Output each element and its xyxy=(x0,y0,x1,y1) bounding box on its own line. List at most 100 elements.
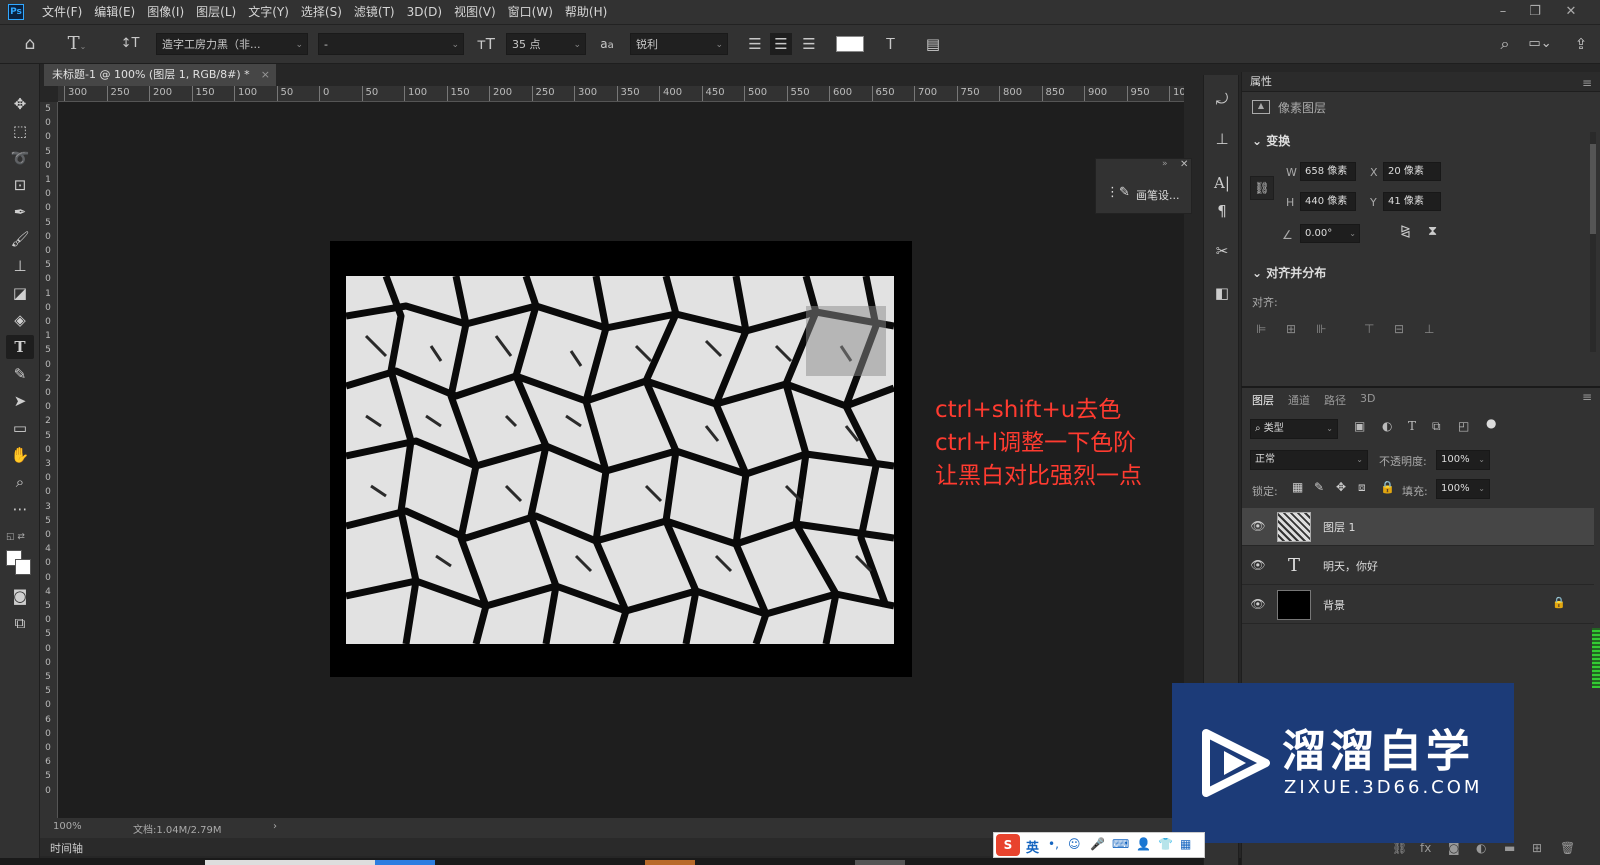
lock-transparency-icon[interactable]: ▦ xyxy=(1292,480,1303,494)
filter-type-icon[interactable]: T xyxy=(1408,419,1416,433)
link-dimensions-icon[interactable]: ⛓ xyxy=(1250,176,1274,200)
zoom-tool-icon[interactable]: ⌕ xyxy=(6,470,34,494)
fill-field[interactable]: 100% ⌄ xyxy=(1436,479,1490,499)
layer-row[interactable]: 👁 T 明天，你好 xyxy=(1242,547,1594,585)
align-top-edges-icon[interactable]: ⊤ xyxy=(1364,322,1374,336)
tools-icon[interactable]: ✂ xyxy=(1210,239,1234,263)
glyphs-icon[interactable]: ◧ xyxy=(1210,281,1234,305)
fx-icon[interactable]: fx xyxy=(1420,841,1431,855)
link-layers-icon[interactable]: ⛓ xyxy=(1392,841,1407,855)
align-center-icon[interactable]: ☰ xyxy=(770,33,792,55)
menu-view[interactable]: 视图(V) xyxy=(448,0,502,24)
align-bottom-edges-icon[interactable]: ⊥ xyxy=(1424,322,1434,336)
menu-window[interactable]: 窗口(W) xyxy=(502,0,559,24)
layer-name[interactable]: 明天，你好 xyxy=(1323,558,1378,574)
hand-tool-icon[interactable]: ✋ xyxy=(6,443,34,467)
flip-horizontal-icon[interactable]: ⧎ xyxy=(1400,224,1411,239)
zoom-level[interactable]: 100% xyxy=(53,821,82,832)
object-select-tool-icon[interactable]: ⊡ xyxy=(6,173,34,197)
lock-all-icon[interactable]: 🔒 xyxy=(1380,480,1395,494)
minimize-icon[interactable]: – xyxy=(1488,0,1518,24)
layers-scrollbar[interactable] xyxy=(1592,628,1600,688)
eyedropper-tool-icon[interactable]: ✒ xyxy=(6,200,34,224)
move-tool-icon[interactable]: ✥ xyxy=(6,92,34,116)
character-icon[interactable]: A| xyxy=(1210,171,1234,195)
history-icon[interactable]: ⤾ xyxy=(1210,87,1234,111)
menu-edit[interactable]: 编辑(E) xyxy=(88,0,141,24)
new-layer-icon[interactable]: ⊞ xyxy=(1532,841,1542,855)
visibility-eye-icon[interactable]: 👁 xyxy=(1250,597,1266,613)
menu-select[interactable]: 选择(S) xyxy=(295,0,348,24)
visibility-eye-icon[interactable]: 👁 xyxy=(1250,519,1266,535)
path-select-tool-icon[interactable]: ➤ xyxy=(6,389,34,413)
x-field[interactable]: 20 像素 xyxy=(1383,162,1441,181)
menu-layer[interactable]: 图层(L) xyxy=(190,0,242,24)
height-field[interactable]: 440 像素 xyxy=(1300,192,1356,211)
filter-adjustment-icon[interactable]: ◐ xyxy=(1382,419,1392,433)
eraser-tool-icon[interactable]: ◪ xyxy=(6,281,34,305)
align-right-edges-icon[interactable]: ⊪ xyxy=(1316,322,1326,336)
brush-tool-icon[interactable]: 🖌 xyxy=(6,227,34,251)
y-field[interactable]: 41 像素 xyxy=(1383,192,1441,211)
tab-layers[interactable]: 图层 xyxy=(1252,392,1274,408)
layer-row[interactable]: 👁 背景 🔒 xyxy=(1242,586,1594,624)
layers-menu-icon[interactable]: ≡ xyxy=(1582,390,1592,404)
home-icon[interactable]: ⌂ xyxy=(18,33,42,55)
filter-toggle-icon[interactable]: ● xyxy=(1486,416,1496,430)
text-orientation-icon[interactable]: ↕T xyxy=(118,33,142,55)
blend-mode-select[interactable]: 正常 ⌄ xyxy=(1250,450,1368,470)
properties-scrollbar[interactable] xyxy=(1590,132,1596,352)
adjustment-layer-icon[interactable]: ◐ xyxy=(1476,841,1486,855)
width-field[interactable]: 658 像素 xyxy=(1300,162,1356,181)
menu-type[interactable]: 文字(Y) xyxy=(242,0,295,24)
align-right-icon[interactable]: ☰ xyxy=(798,33,820,55)
delete-layer-icon[interactable]: 🗑 xyxy=(1560,841,1575,855)
type-tool-icon[interactable]: T xyxy=(6,335,34,359)
search-icon[interactable]: ⌕ xyxy=(1494,33,1516,55)
font-style-select[interactable]: - ⌄ xyxy=(318,33,464,55)
add-mask-icon[interactable]: ◙ xyxy=(1448,841,1460,855)
marquee-tool-icon[interactable]: ⬚ xyxy=(6,119,34,143)
menu-filter[interactable]: 滤镜(T) xyxy=(348,0,401,24)
opacity-field[interactable]: 100% ⌄ xyxy=(1436,450,1490,470)
align-section-title[interactable]: ⌄ 对齐并分布 xyxy=(1252,264,1326,281)
layer-filter-select[interactable]: ⌕ 类型 ⌄ xyxy=(1250,419,1338,439)
paragraph-icon[interactable]: ¶ xyxy=(1210,199,1234,223)
panel-menu-icon[interactable]: ≡ xyxy=(1582,76,1592,90)
warp-text-icon[interactable]: Ꭲ xyxy=(880,33,902,55)
background-color[interactable] xyxy=(15,559,31,575)
timeline-label[interactable]: 时间轴 xyxy=(50,840,83,856)
skin-icon[interactable]: 👕 xyxy=(1158,837,1173,851)
flip-vertical-icon[interactable]: ⧗ xyxy=(1428,224,1437,239)
new-group-icon[interactable]: ▬ xyxy=(1504,841,1515,855)
lasso-tool-icon[interactable]: ➰ xyxy=(6,146,34,170)
share-icon[interactable]: ⇪ xyxy=(1570,33,1592,55)
brush-settings-label[interactable]: 画笔设... xyxy=(1136,187,1180,203)
menu-image[interactable]: 图像(I) xyxy=(141,0,190,24)
text-color-swatch[interactable] xyxy=(836,36,864,52)
angle-field[interactable]: 0.00° ⌄ xyxy=(1300,224,1360,243)
pen-tool-icon[interactable]: ✎ xyxy=(6,362,34,386)
document-info[interactable]: 文档:1.04M/2.79M xyxy=(133,821,222,836)
default-colors-icon[interactable]: ◱ ⇄ xyxy=(6,532,25,542)
tab-channels[interactable]: 通道 xyxy=(1288,392,1310,408)
status-arrow-icon[interactable]: › xyxy=(273,821,277,832)
filter-pixel-icon[interactable]: ▣ xyxy=(1354,419,1365,433)
rectangle-tool-icon[interactable]: ▭ xyxy=(6,416,34,440)
close-panel-icon[interactable]: ✕ xyxy=(1180,159,1188,170)
transform-section-title[interactable]: ⌄ 变换 xyxy=(1252,132,1290,149)
filter-smart-object-icon[interactable]: ◰ xyxy=(1458,419,1469,433)
character-panel-icon[interactable]: ▤ xyxy=(922,33,944,55)
align-horizontal-centers-icon[interactable]: ⊞ xyxy=(1286,322,1296,336)
layer-name[interactable]: 图层 1 xyxy=(1323,519,1356,535)
lock-artboard-icon[interactable]: ⧈ xyxy=(1358,480,1366,495)
sogou-logo-icon[interactable]: S xyxy=(996,834,1020,856)
align-left-icon[interactable]: ☰ xyxy=(744,33,766,55)
workspace-icon[interactable]: ▭⌄ xyxy=(1524,33,1556,55)
brush-settings-icon[interactable]: ⋮✎ xyxy=(1106,185,1130,200)
user-icon[interactable]: 👤 xyxy=(1136,837,1151,851)
align-vertical-centers-icon[interactable]: ⊟ xyxy=(1394,322,1404,336)
align-left-edges-icon[interactable]: ⊫ xyxy=(1256,322,1266,336)
more-tools-icon[interactable]: ⋯ xyxy=(6,497,34,521)
stamp-tool-icon[interactable]: ⊥ xyxy=(6,254,34,278)
